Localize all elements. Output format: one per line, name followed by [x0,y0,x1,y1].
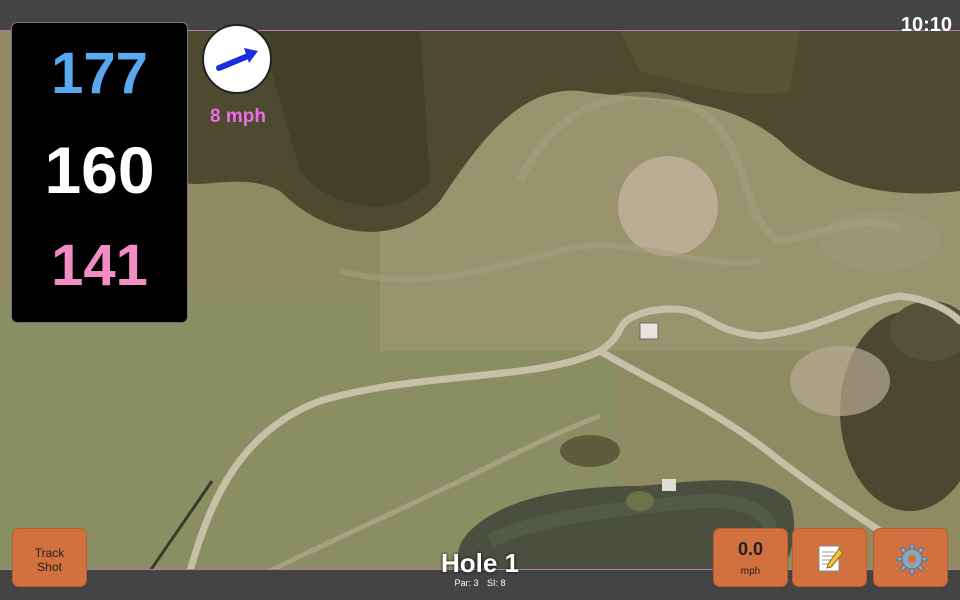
wind-indicator[interactable] [202,24,272,94]
speed-value: 0.0 [737,539,764,559]
gear-icon [896,543,928,575]
hole-title: Hole 1 [440,548,520,578]
distance-panel[interactable]: 177 160 141 [11,22,188,323]
hole-si: SI: 8 [487,578,506,588]
track-shot-label-line1: Track [34,546,65,560]
speed-button[interactable]: 0.0 mph [713,528,788,587]
middle-distance: 160 [44,133,155,207]
wind-speed: 8 mph [210,106,266,127]
track-shot-label-line2: Shot [37,560,62,574]
notes-button[interactable] [792,528,867,587]
settings-button[interactable] [873,528,948,587]
status-time: 10:10 [900,14,952,36]
notepad-icon [818,545,844,572]
track-shot-button[interactable]: Track Shot [12,528,87,587]
hole-info: Par: 3 SI: 8 [380,578,580,588]
wind-arrow-icon [216,48,258,71]
speed-unit: mph [740,566,761,577]
back-distance: 177 [51,41,148,106]
front-distance: 141 [51,233,148,298]
hole-par: Par: 3 [454,578,479,588]
